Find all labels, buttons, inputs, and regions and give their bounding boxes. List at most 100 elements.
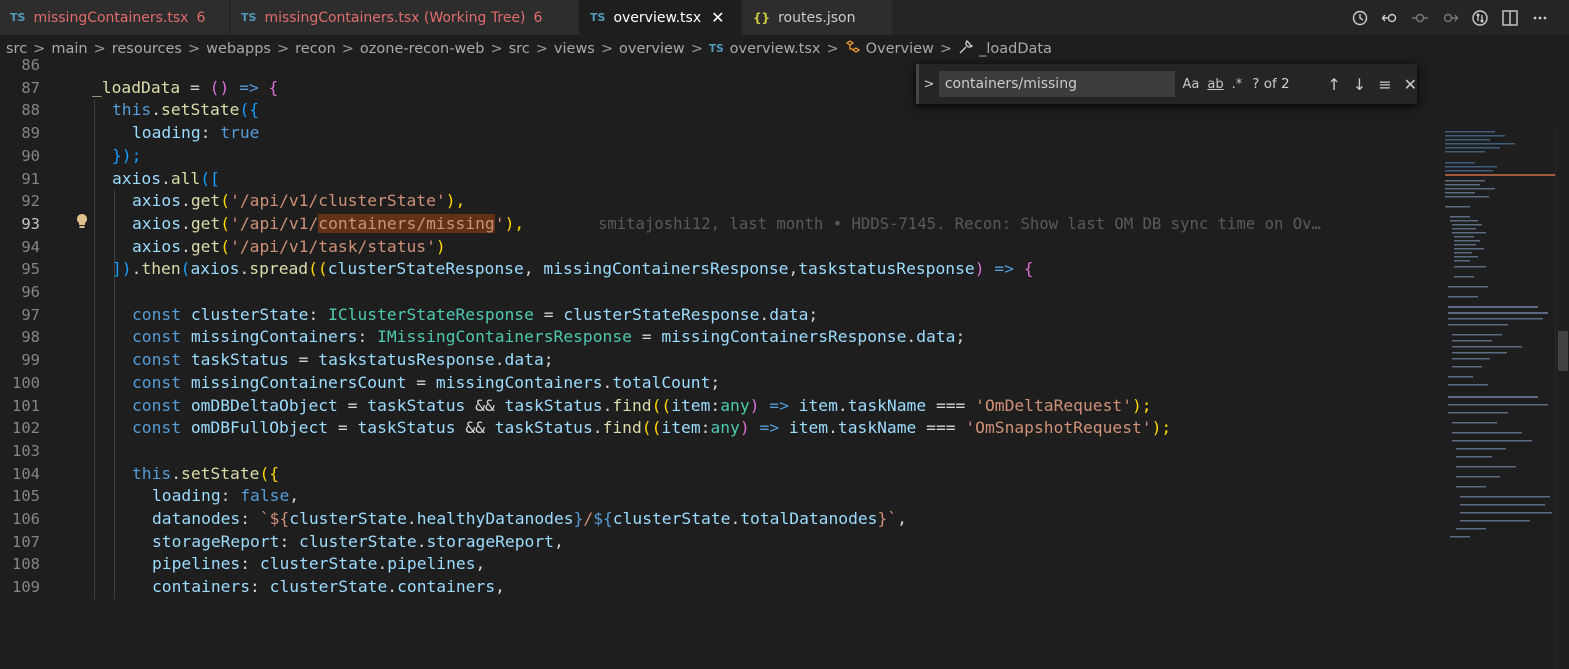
token: taskStatus xyxy=(504,395,603,415)
token: : xyxy=(279,531,300,551)
token: === xyxy=(916,418,966,438)
token: then xyxy=(141,259,181,279)
tab-missing-containers[interactable]: TS missingContainers.tsx 6 xyxy=(0,0,230,35)
token: get xyxy=(190,213,221,233)
match-whole-word-button[interactable]: ab xyxy=(1207,77,1223,92)
token: item xyxy=(671,395,711,415)
token: (( xyxy=(308,259,328,279)
token: const xyxy=(132,372,182,392)
breadcrumb-item[interactable]: main xyxy=(51,41,87,57)
tab-routes-json[interactable]: {} routes.json xyxy=(743,0,893,35)
token: find xyxy=(602,418,642,438)
line-number: 87 xyxy=(21,78,40,97)
token: ; xyxy=(808,304,819,324)
circle-icon[interactable] xyxy=(1411,9,1429,27)
breadcrumb-item[interactable]: ozone-recon-web xyxy=(360,41,485,57)
breadcrumb-item[interactable]: src xyxy=(509,41,530,57)
more-icon[interactable] xyxy=(1531,9,1549,27)
token: containers xyxy=(152,577,251,597)
minimap[interactable] xyxy=(1440,126,1555,606)
token: IMissingContainersResponse xyxy=(377,327,632,347)
token: = xyxy=(180,77,210,97)
git-compare-icon[interactable] xyxy=(1471,9,1489,27)
token: missingContainersResponse xyxy=(543,259,789,279)
vertical-scrollbar[interactable] xyxy=(1555,126,1569,669)
close-find-icon[interactable]: ✕ xyxy=(1404,75,1417,94)
token: = xyxy=(406,372,436,392)
line-number-current: 93 xyxy=(21,214,40,233)
next-match-arrow-down-icon[interactable]: ↓ xyxy=(1353,75,1366,94)
line-number: 89 xyxy=(21,124,40,143)
line-number: 92 xyxy=(21,192,40,211)
match-case-button[interactable]: Aa xyxy=(1183,77,1200,92)
line-number: 108 xyxy=(12,555,40,574)
go-forward-icon[interactable] xyxy=(1441,9,1459,27)
token: . xyxy=(416,531,427,551)
breadcrumb-item[interactable]: resources xyxy=(112,41,182,57)
token: taskstatusResponse xyxy=(798,259,975,279)
token: get xyxy=(190,236,221,256)
token: ' xyxy=(494,213,505,233)
token: } xyxy=(573,509,584,528)
line-number: 99 xyxy=(21,351,40,370)
tab-missing-containers-working-tree[interactable]: TS missingContainers.tsx (Working Tree) … xyxy=(231,0,579,35)
token: find xyxy=(612,395,652,415)
token: datanodes xyxy=(152,509,241,528)
code-line: const clusterState: IClusterStateRespons… xyxy=(132,304,818,327)
chevron-right-icon: > xyxy=(826,41,839,57)
split-editor-icon[interactable] xyxy=(1501,9,1519,27)
breadcrumb-item[interactable]: webapps xyxy=(206,41,271,57)
token: ), xyxy=(504,213,525,233)
find-input[interactable]: containers/missing xyxy=(938,71,1175,97)
code-editor[interactable]: 86 87 88 89 90 91 92 93 94 95 96 97 98 9… xyxy=(0,56,1569,669)
token: setState xyxy=(161,100,240,120)
line-number: 105 xyxy=(12,487,40,506)
breadcrumb-item[interactable]: recon xyxy=(295,41,336,57)
history-icon[interactable] xyxy=(1351,9,1369,27)
token: data xyxy=(916,327,956,347)
code-line: ]).then(axios.spread((clusterStateRespon… xyxy=(112,258,1034,281)
token: clusterState xyxy=(269,577,388,597)
token: => xyxy=(229,77,269,97)
token: . xyxy=(181,236,191,256)
breadcrumb-item[interactable]: overview xyxy=(619,41,685,57)
token: : xyxy=(250,577,270,597)
breadcrumb-item[interactable]: Overview xyxy=(866,41,934,57)
token: { xyxy=(268,77,279,97)
breadcrumb-item[interactable]: views xyxy=(554,41,595,57)
token: , xyxy=(523,259,544,279)
line-number: 95 xyxy=(21,260,40,279)
go-back-icon[interactable] xyxy=(1381,9,1399,27)
previous-match-arrow-up-icon[interactable]: ↑ xyxy=(1327,75,1340,94)
token: . xyxy=(181,191,191,211)
token: pipelines xyxy=(387,554,476,574)
token: `${ xyxy=(259,509,290,528)
token: && xyxy=(465,395,505,415)
line-number: 96 xyxy=(21,283,40,301)
tab-overview[interactable]: TS overview.tsx ✕ xyxy=(580,0,742,35)
breadcrumb-item[interactable]: overview.tsx xyxy=(730,41,821,57)
token: any xyxy=(720,395,750,415)
token: taskStatus xyxy=(181,350,289,370)
token: clusterState xyxy=(299,531,417,551)
code-line: }); xyxy=(112,145,141,168)
token: item xyxy=(798,395,838,415)
find-in-selection-icon[interactable]: ≡ xyxy=(1378,75,1391,94)
line-number: 97 xyxy=(21,305,40,324)
code-line: loading: false, xyxy=(152,485,299,508)
code-line: const missingContainersCount = missingCo… xyxy=(132,372,720,395)
token: all xyxy=(170,168,201,188)
line-number: 88 xyxy=(21,101,40,120)
chevron-right-icon: > xyxy=(600,41,614,57)
use-regex-button[interactable]: .* xyxy=(1232,77,1243,92)
breadcrumb-item[interactable]: _loadData xyxy=(979,41,1052,57)
scrollbar-thumb[interactable] xyxy=(1558,331,1568,371)
token: ) xyxy=(739,418,750,438)
token: , xyxy=(289,486,300,506)
lightbulb-icon[interactable] xyxy=(75,213,89,233)
token: clusterState xyxy=(259,554,378,574)
code-line: loading: true xyxy=(132,122,259,145)
token: ; xyxy=(710,372,721,392)
toggle-replace-chevron-icon[interactable]: > xyxy=(919,77,939,92)
close-icon[interactable]: ✕ xyxy=(711,8,724,27)
